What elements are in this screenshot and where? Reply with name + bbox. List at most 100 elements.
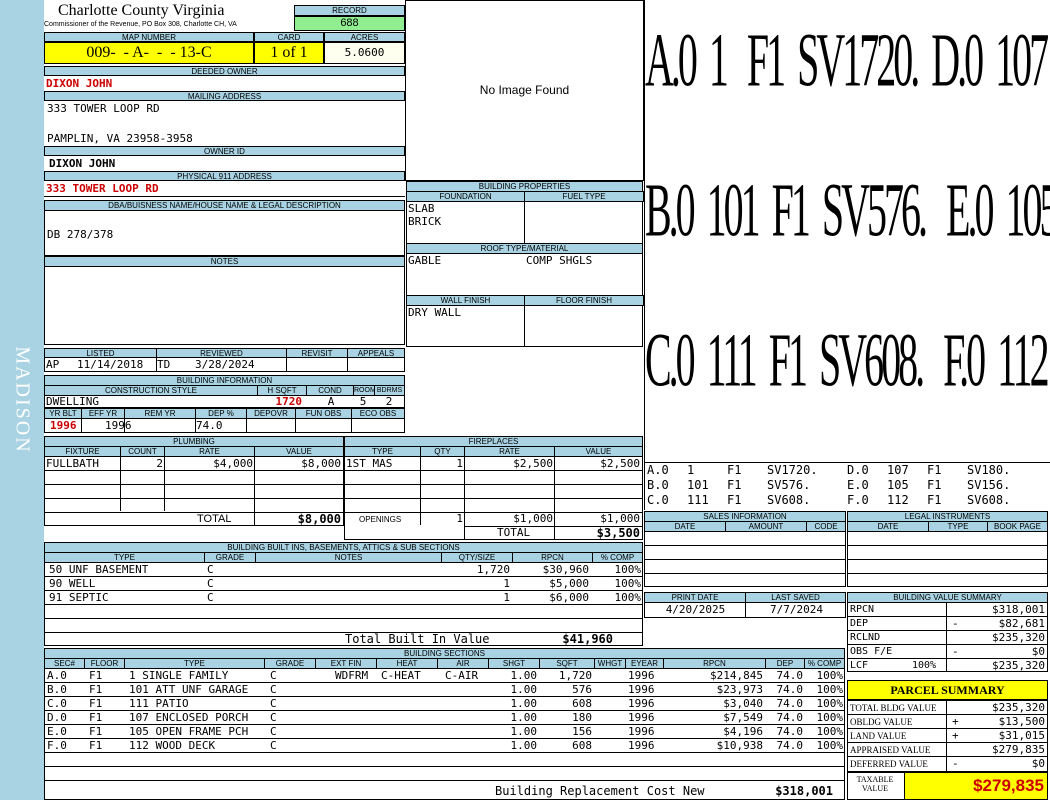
section-sqft: 608 [572, 739, 592, 752]
sketch-legend-cell: 111 [687, 493, 709, 507]
section-shgt: 1.00 [510, 697, 538, 710]
parcel-summary: PARCEL SUMMARY TOTAL BLDG VALUE $235,320 O… [847, 680, 1048, 800]
section-sec: B.0 [47, 683, 67, 696]
district-label: MADISON [11, 346, 34, 454]
roof-type: GABLE [408, 254, 442, 267]
dba-label: DBA/BUISNESS NAME/HOUSE NAME & LEGAL DES… [44, 200, 405, 211]
section-eyear: 1996 [628, 739, 655, 752]
last-saved: 7/7/2024 [770, 603, 823, 616]
sketch-legend-cell: 1 [687, 463, 695, 477]
mailing-address-label: MAILING ADDRESS [44, 91, 405, 101]
sketch-legend-cell: E.0 [847, 478, 869, 492]
foundation-1: SLAB [408, 202, 435, 215]
section-ext: WDFRM [335, 669, 369, 682]
section-comp: 100% [816, 697, 844, 710]
physical-address: 333 TOWER LOOP RD [46, 182, 159, 195]
value-summary-value: $82,681 [998, 617, 1045, 630]
roof-label: ROOF TYPE/MATERIAL [406, 243, 643, 254]
parcel-summary-label: PARCEL SUMMARY [847, 680, 1048, 700]
section-rpcn: $214,845 [710, 669, 763, 682]
sketch-legend-cell: 112 [887, 493, 909, 507]
section-grade: C [270, 683, 277, 696]
section-floor: F1 [89, 697, 103, 710]
section-grade: C [270, 697, 277, 710]
plumbing-table: PLUMBING FIXTURE COUNT RATE VALUE FULLBA… [44, 436, 344, 540]
sketch-legend: A.0 1 F1 SV1720. D.0 107 F1 SV180. B.0 101 F1 SV576… [644, 462, 1050, 510]
sketch-legend-cell: A.0 [647, 463, 669, 477]
divider [347, 358, 348, 371]
parcel-key: TOTAL BLDG VALUE [850, 703, 937, 713]
fireplace-value: $2,500 [600, 457, 640, 470]
physical-address-label: PHYSICAL 911 ADDRESS [44, 171, 405, 181]
fireplace-body: 1ST MAS 1 $2,500 $2,500 OPENINGS 1 $1,00… [344, 456, 643, 540]
parcel-key: DEFERRED VALUE [850, 759, 928, 769]
section-comp: 100% [816, 739, 844, 752]
plumbing-value: $8,000 [301, 457, 341, 470]
section-comp: 100% [816, 725, 844, 738]
foundation-label: FOUNDATION [406, 191, 525, 202]
bdrms: 2 [385, 395, 393, 408]
notes-label: NOTES [44, 256, 405, 267]
acres-label: ACRES [324, 32, 405, 42]
fireplace-total-label: TOTAL [497, 526, 531, 539]
sketch-legend-cell: F.0 [847, 493, 869, 507]
section-sqft: 180 [572, 711, 592, 724]
fireplace-qty: 1 [456, 457, 463, 470]
sketch-legend-cell: F1 [927, 493, 942, 507]
parcel-key: LAND VALUE [850, 731, 907, 741]
section-type: 111 PATIO [129, 697, 189, 710]
sketch-label-row: C.0 111 F1 SV608. F.0 112 F1 SV608. [645, 316, 1050, 403]
roof-material: COMP SHGLS [526, 254, 593, 267]
section-shgt: 1.00 [510, 739, 538, 752]
section-floor: F1 [89, 683, 103, 696]
record-label: RECORD [294, 5, 405, 16]
section-sec: A.0 [47, 669, 67, 682]
county-name: Charlotte County Virginia [58, 2, 225, 19]
section-sec: C.0 [47, 697, 67, 710]
section-floor: F1 [89, 669, 103, 682]
owner-id: DIXON JOHN [49, 157, 116, 170]
section-eyear: 1996 [628, 697, 655, 710]
card-value: 1 of 1 [254, 42, 324, 64]
plumbing-count: 2 [156, 457, 163, 470]
plumbing-rate: $4,000 [213, 457, 253, 470]
listed-by: AP [46, 358, 60, 371]
no-image-text: No Image Found [479, 83, 570, 97]
plumbing-total: $8,000 [297, 512, 341, 526]
reviewed-by: TD [157, 358, 171, 371]
section-dep: 74.0 [776, 697, 804, 710]
section-air: C-AIR [445, 669, 479, 682]
parcel-value: $279,835 [992, 743, 1045, 756]
section-sqft: 156 [572, 725, 592, 738]
divider [44, 196, 405, 197]
section-rpcn: $10,938 [716, 739, 763, 752]
openings-value: $1,000 [600, 512, 640, 525]
value-summary-pct: 100% [912, 660, 937, 671]
section-heat: C-HEAT [381, 669, 421, 682]
parcel-key: OBLDG VALUE [850, 717, 913, 727]
section-sec: E.0 [47, 725, 67, 738]
section-sqft: 608 [572, 697, 592, 710]
sketch-label-row: A.0 1 F1 SV1720. D.0 107 F1 SV180. [645, 16, 1049, 103]
wall-finish: DRY WALL [408, 306, 461, 319]
owner-id-label: OWNER ID [44, 146, 405, 156]
section-rpcn: $3,040 [723, 697, 763, 710]
legal-instruments: LEGAL INSTRUMENTS DATE TYPE BOOK PAGE [847, 511, 1048, 587]
section-comp: 100% [816, 683, 844, 696]
parcel-value: $0 [1031, 757, 1045, 770]
section-dep: 74.0 [776, 739, 804, 752]
building-info-values-2: 1996 1996 74.0 [44, 418, 405, 433]
deeded-owner: DIXON JOHN [46, 77, 113, 90]
section-grade: C [270, 739, 277, 752]
sketch-legend-cell: F1 [727, 493, 742, 507]
county-office: Commissioner of the Revenue, PO Box 308,… [44, 21, 237, 28]
value-summary-key: DEP [850, 618, 869, 629]
sketch-legend-cell: F1 [727, 463, 742, 477]
parcel-value: $31,015 [998, 729, 1045, 742]
value-summary-body: RPCN $318,001 DEP - $82,681 RCLND $235,320 OBS … [847, 602, 1048, 672]
parcel-summary-body: TOTAL BLDG VALUE $235,320 OBLDG VALUE + $13,… [847, 700, 1048, 772]
sketch-legend-cell: D.0 [847, 463, 869, 477]
county-header: Charlotte County Virginia Commissioner o… [44, 2, 294, 32]
deeded-owner-label: DEEDED OWNER [44, 66, 405, 76]
openings-rate: $1,000 [513, 512, 553, 525]
